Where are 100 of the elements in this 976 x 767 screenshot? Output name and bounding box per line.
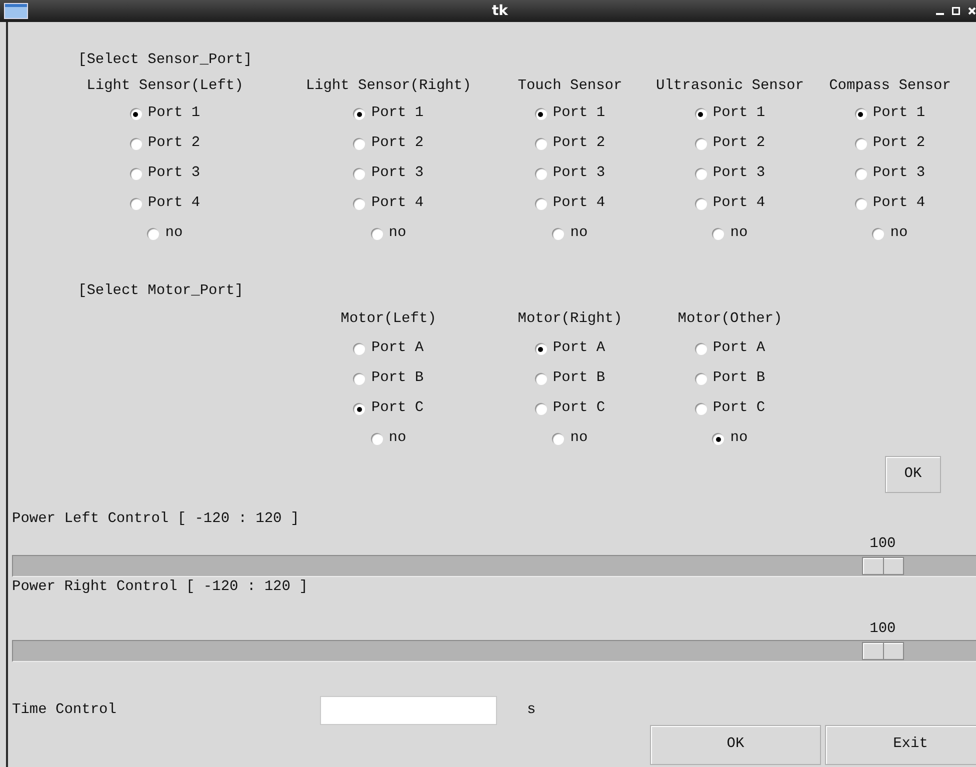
radio-label[interactable]: Port B	[552, 368, 606, 390]
ok-button[interactable]: OK	[650, 725, 821, 765]
radio-button[interactable]	[353, 373, 366, 385]
radio-button[interactable]	[130, 138, 142, 150]
group-heading: Light Sensor(Right)	[306, 77, 472, 96]
group-heading: Compass Sensor	[829, 77, 951, 96]
unit-label: s	[527, 700, 536, 720]
radio-button[interactable]	[130, 168, 142, 180]
close-icon[interactable]	[968, 7, 976, 15]
radio-label[interactable]: Port 3	[872, 163, 926, 185]
slider-value: 100	[870, 536, 896, 552]
radio-label[interactable]: Port 4	[371, 193, 424, 215]
radio-label[interactable]: Port 1	[712, 103, 766, 125]
time-input-field[interactable]	[320, 696, 497, 725]
radio-label[interactable]: Port 1	[371, 103, 424, 125]
radio-button[interactable]	[534, 168, 547, 180]
radio-button[interactable]	[712, 433, 724, 445]
radio-label[interactable]: Port 2	[872, 133, 926, 155]
slider-track[interactable]	[12, 555, 976, 577]
radio-button[interactable]	[534, 403, 547, 415]
radio-button[interactable]	[552, 433, 564, 445]
radio-label[interactable]: Port 3	[371, 163, 424, 185]
radio-button[interactable]	[854, 108, 867, 120]
section-title: [Select Sensor_Port]	[77, 51, 254, 70]
radio-label[interactable]: no	[890, 223, 908, 245]
radio-label[interactable]: Port 3	[712, 163, 766, 185]
radio-label[interactable]: Port 4	[148, 193, 200, 215]
radio-button[interactable]	[353, 138, 366, 150]
radio-button[interactable]	[370, 433, 383, 445]
radio-label[interactable]: Port 1	[148, 103, 200, 125]
group-heading: Motor(Right)	[518, 310, 622, 329]
radio-button[interactable]	[854, 198, 867, 210]
radio-label[interactable]: Port 3	[148, 163, 200, 185]
radio-label[interactable]: Port C	[371, 398, 424, 420]
radio-button[interactable]	[694, 343, 707, 355]
group-heading: Motor(Left)	[340, 310, 436, 329]
radio-button[interactable]	[353, 198, 366, 210]
radio-button[interactable]	[694, 373, 707, 385]
radio-button[interactable]	[130, 198, 142, 210]
maximize-icon[interactable]	[952, 7, 960, 15]
window-title: tk	[492, 2, 508, 21]
radio-button[interactable]	[694, 198, 707, 210]
slider-thumb[interactable]	[862, 642, 904, 660]
radio-label[interactable]: Port 2	[712, 133, 766, 155]
slider-track[interactable]	[12, 640, 976, 662]
radio-label[interactable]: Port A	[552, 338, 606, 360]
radio-label[interactable]: Port A	[712, 338, 766, 360]
group-heading: Ultrasonic Sensor	[656, 77, 804, 96]
radio-button[interactable]	[694, 108, 707, 120]
radio-label[interactable]: Port 1	[872, 103, 926, 125]
radio-button[interactable]	[147, 228, 160, 240]
radio-label[interactable]: Port 2	[371, 133, 424, 155]
radio-label[interactable]: Port 4	[552, 193, 606, 215]
ok-button[interactable]: OK	[885, 456, 941, 493]
radio-label[interactable]: Port A	[371, 338, 424, 360]
radio-label[interactable]: Port 4	[712, 193, 766, 215]
radio-label[interactable]: Port 3	[552, 163, 606, 185]
radio-label[interactable]: Port 1	[552, 103, 606, 125]
radio-button[interactable]	[854, 168, 867, 180]
radio-button[interactable]	[694, 138, 707, 150]
radio-label[interactable]: Port 2	[148, 133, 200, 155]
radio-button[interactable]	[694, 403, 707, 415]
radio-label[interactable]: no	[730, 223, 748, 245]
radio-label[interactable]: Port B	[712, 368, 766, 390]
radio-button[interactable]	[534, 138, 547, 150]
radio-button[interactable]	[552, 228, 564, 240]
radio-button[interactable]	[534, 198, 547, 210]
radio-label[interactable]: Port C	[552, 398, 606, 420]
group-heading: Touch Sensor	[518, 77, 622, 96]
radio-button[interactable]	[712, 228, 724, 240]
radio-button[interactable]	[854, 138, 867, 150]
slider-thumb[interactable]	[862, 557, 904, 575]
field-label: Time Control	[11, 700, 118, 720]
radio-button[interactable]	[694, 168, 707, 180]
radio-button[interactable]	[534, 373, 547, 385]
radio-label[interactable]: Port 4	[872, 193, 926, 215]
section-title: [Select Motor_Port]	[77, 282, 244, 301]
radio-button[interactable]	[353, 343, 366, 355]
radio-button[interactable]	[872, 228, 884, 240]
radio-button[interactable]	[353, 168, 366, 180]
radio-button[interactable]	[534, 108, 547, 120]
radio-label[interactable]: Port B	[371, 368, 424, 390]
radio-label[interactable]: Port 2	[552, 133, 606, 155]
slider-value: 100	[870, 621, 896, 637]
radio-label[interactable]: no	[570, 223, 588, 245]
radio-label[interactable]: Port C	[712, 398, 766, 420]
control-label: Power Left Control [ -120 : 120 ]	[11, 510, 300, 529]
exit-button[interactable]: Exit	[825, 725, 976, 765]
radio-button[interactable]	[370, 228, 383, 240]
group-heading: Motor(Other)	[678, 310, 782, 329]
radio-label[interactable]: no	[730, 428, 748, 450]
radio-button[interactable]	[130, 108, 142, 120]
window-icon	[4, 3, 28, 19]
radio-label[interactable]: no	[388, 223, 406, 245]
radio-button[interactable]	[353, 403, 366, 415]
radio-button[interactable]	[534, 343, 547, 355]
radio-label[interactable]: no	[570, 428, 588, 450]
radio-button[interactable]	[353, 108, 366, 120]
radio-label[interactable]: no	[165, 223, 183, 245]
radio-label[interactable]: no	[388, 428, 406, 450]
